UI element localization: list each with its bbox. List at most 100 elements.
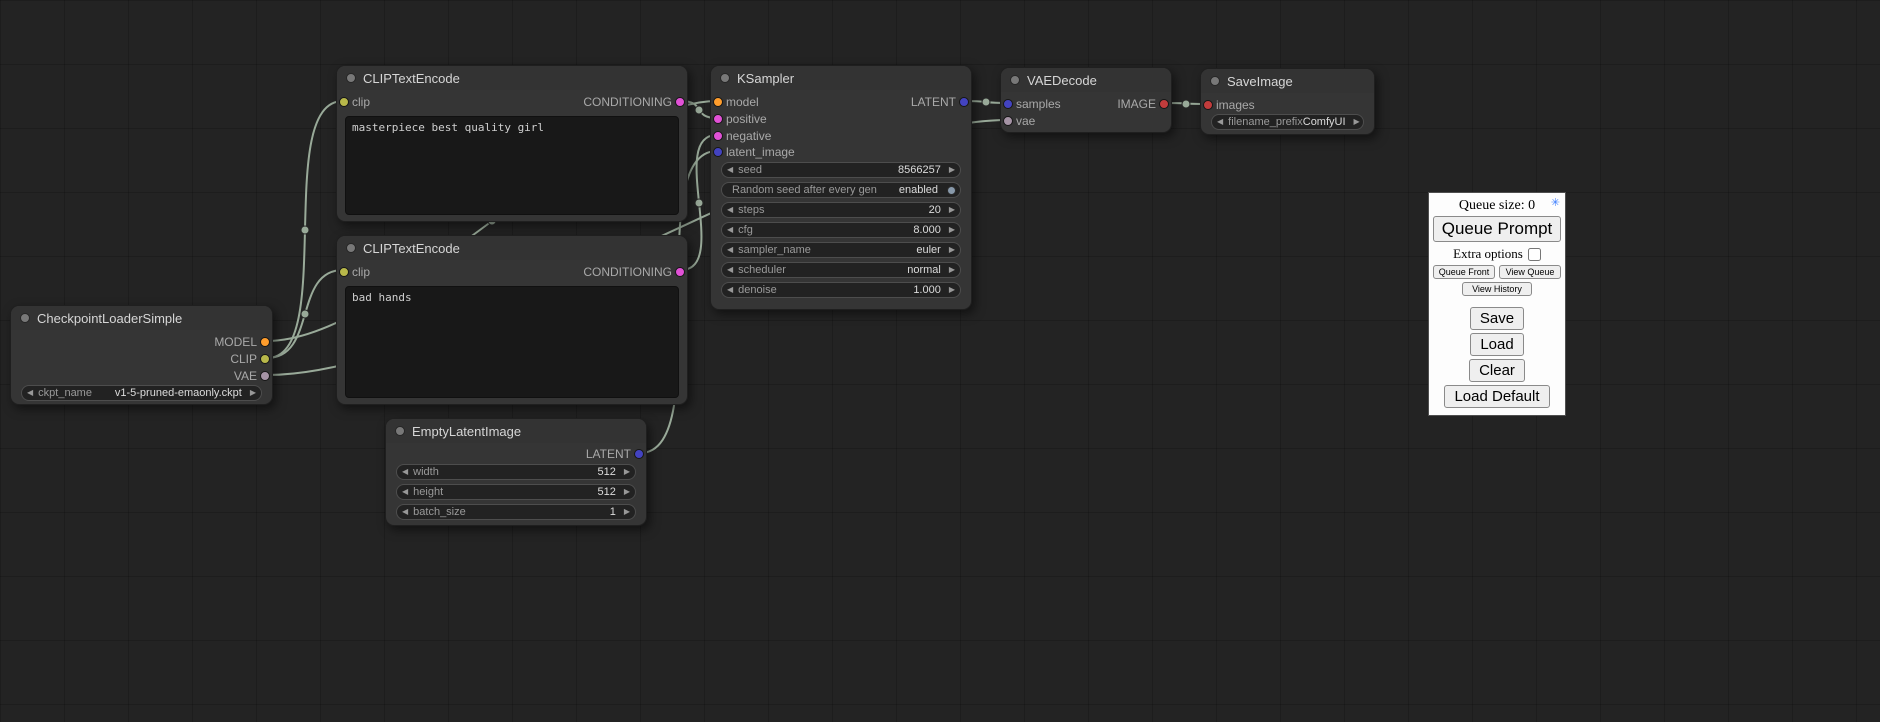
latent-port-dot[interactable] (959, 97, 969, 107)
widget-value: 8.000 (913, 224, 944, 236)
stepper-right-icon[interactable]: ▶ (619, 468, 635, 476)
node-clip-text-encode-positive[interactable]: CLIPTextEncode clip CONDITIONING masterp… (336, 65, 688, 222)
clip-port-dot[interactable] (339, 97, 349, 107)
positive-prompt-textarea[interactable]: masterpiece best quality girl (345, 116, 679, 215)
vae-port-dot[interactable] (1003, 116, 1013, 126)
vae-input-port[interactable]: vae (1001, 113, 1035, 129)
seed-widget[interactable]: ◀ seed 8566257 ▶ (721, 162, 961, 178)
denoise-widget[interactable]: ◀ denoise 1.000 ▶ (721, 282, 961, 298)
vae-port-dot[interactable] (260, 371, 270, 381)
stepper-right-icon[interactable]: ▶ (1349, 118, 1364, 126)
stepper-right-icon[interactable]: ▶ (245, 389, 261, 397)
node-checkpoint-loader-simple[interactable]: CheckpointLoaderSimple MODEL CLIP VAE ◀ … (10, 305, 273, 405)
conditioning-port-dot[interactable] (675, 97, 685, 107)
node-title-bar[interactable]: SaveImage (1201, 69, 1374, 93)
node-title-bar[interactable]: CLIPTextEncode (337, 236, 687, 260)
stepper-right-icon[interactable]: ▶ (619, 508, 635, 516)
latent-port-dot[interactable] (713, 147, 723, 157)
vae-output-port[interactable]: VAE (234, 368, 272, 384)
width-widget[interactable]: ◀ width 512 ▶ (396, 464, 636, 480)
node-vae-decode[interactable]: VAEDecode samples vae IMAGE (1000, 67, 1172, 133)
filename-prefix-widget[interactable]: ◀ filename_prefix ComfyUI ▶ (1211, 114, 1364, 130)
queue-front-button[interactable]: Queue Front (1433, 265, 1495, 279)
model-port-dot[interactable] (260, 337, 270, 347)
node-title: SaveImage (1227, 74, 1293, 89)
save-button[interactable]: Save (1470, 307, 1524, 330)
latent-output-port[interactable]: LATENT (586, 446, 646, 462)
stepper-left-icon[interactable]: ◀ (1212, 118, 1228, 126)
stepper-left-icon[interactable]: ◀ (722, 226, 738, 234)
settings-icon[interactable]: ✳ (1551, 198, 1560, 209)
node-clip-text-encode-negative[interactable]: CLIPTextEncode clip CONDITIONING bad han… (336, 235, 688, 405)
cfg-widget[interactable]: ◀ cfg 8.000 ▶ (721, 222, 961, 238)
node-title-bar[interactable]: VAEDecode (1001, 68, 1171, 92)
load-default-button[interactable]: Load Default (1444, 385, 1549, 408)
latent-image-input-port[interactable]: latent_image (711, 144, 795, 160)
stepper-left-icon[interactable]: ◀ (397, 468, 413, 476)
node-ksampler[interactable]: KSampler model positive negative latent_… (710, 65, 972, 310)
clip-input-port[interactable]: clip (337, 94, 370, 110)
batch-size-widget[interactable]: ◀ batch_size 1 ▶ (396, 504, 636, 520)
stepper-right-icon[interactable]: ▶ (944, 206, 960, 214)
stepper-left-icon[interactable]: ◀ (397, 508, 413, 516)
steps-widget[interactable]: ◀ steps 20 ▶ (721, 202, 961, 218)
stepper-left-icon[interactable]: ◀ (722, 206, 738, 214)
image-port-dot[interactable] (1159, 99, 1169, 109)
sampler-name-widget[interactable]: ◀ sampler_name euler ▶ (721, 242, 961, 258)
view-history-button[interactable]: View History (1462, 282, 1532, 296)
node-save-image[interactable]: SaveImage images ◀ filename_prefix Comfy… (1200, 68, 1375, 135)
stepper-right-icon[interactable]: ▶ (944, 266, 960, 274)
latent-output-port[interactable]: LATENT (911, 94, 971, 110)
clip-port-dot[interactable] (339, 267, 349, 277)
image-output-port[interactable]: IMAGE (1117, 96, 1171, 112)
model-port-dot[interactable] (713, 97, 723, 107)
port-label: model (726, 95, 759, 109)
stepper-left-icon[interactable]: ◀ (722, 286, 738, 294)
model-input-port[interactable]: model (711, 94, 759, 110)
negative-prompt-textarea[interactable]: bad hands (345, 286, 679, 398)
stepper-left-icon[interactable]: ◀ (22, 389, 38, 397)
stepper-right-icon[interactable]: ▶ (944, 286, 960, 294)
height-widget[interactable]: ◀ height 512 ▶ (396, 484, 636, 500)
clip-input-port[interactable]: clip (337, 264, 370, 280)
stepper-left-icon[interactable]: ◀ (722, 266, 738, 274)
stepper-left-icon[interactable]: ◀ (722, 166, 738, 174)
clear-button[interactable]: Clear (1469, 359, 1525, 382)
queue-prompt-button[interactable]: Queue Prompt (1433, 216, 1561, 242)
stepper-left-icon[interactable]: ◀ (397, 488, 413, 496)
clip-output-port[interactable]: CLIP (230, 351, 272, 367)
latent-port-dot[interactable] (634, 449, 644, 459)
conditioning-port-dot[interactable] (713, 131, 723, 141)
node-title-bar[interactable]: EmptyLatentImage (386, 419, 646, 443)
images-input-port[interactable]: images (1201, 97, 1255, 113)
samples-input-port[interactable]: samples (1001, 96, 1061, 112)
conditioning-output-port[interactable]: CONDITIONING (583, 264, 687, 280)
stepper-left-icon[interactable]: ◀ (722, 246, 738, 254)
view-queue-button[interactable]: View Queue (1499, 265, 1561, 279)
conditioning-port-dot[interactable] (675, 267, 685, 277)
stepper-right-icon[interactable]: ▶ (944, 166, 960, 174)
link-clip-to-negative-encoder (267, 270, 343, 358)
stepper-right-icon[interactable]: ▶ (944, 226, 960, 234)
conditioning-port-dot[interactable] (713, 114, 723, 124)
stepper-right-icon[interactable]: ▶ (944, 246, 960, 254)
extra-options-checkbox[interactable] (1528, 248, 1541, 261)
clip-port-dot[interactable] (260, 354, 270, 364)
node-title-bar[interactable]: CLIPTextEncode (337, 66, 687, 90)
latent-port-dot[interactable] (1003, 99, 1013, 109)
model-output-port[interactable]: MODEL (214, 334, 272, 350)
toggle-on-indicator[interactable] (947, 186, 956, 195)
conditioning-output-port[interactable]: CONDITIONING (583, 94, 687, 110)
negative-input-port[interactable]: negative (711, 128, 771, 144)
node-title-bar[interactable]: CheckpointLoaderSimple (11, 306, 272, 330)
stepper-right-icon[interactable]: ▶ (619, 488, 635, 496)
scheduler-widget[interactable]: ◀ scheduler normal ▶ (721, 262, 961, 278)
ckpt-name-widget[interactable]: ◀ ckpt_name v1-5-pruned-emaonly.ckpt ▶ (21, 385, 262, 401)
node-title-bar[interactable]: KSampler (711, 66, 971, 90)
image-port-dot[interactable] (1203, 100, 1213, 110)
node-empty-latent-image[interactable]: EmptyLatentImage LATENT ◀ width 512 ▶ ◀ … (385, 418, 647, 526)
random-seed-toggle[interactable]: Random seed after every gen enabled (721, 182, 961, 198)
node-graph-canvas[interactable]: CheckpointLoaderSimple MODEL CLIP VAE ◀ … (0, 0, 1880, 722)
load-button[interactable]: Load (1470, 333, 1523, 356)
positive-input-port[interactable]: positive (711, 111, 767, 127)
